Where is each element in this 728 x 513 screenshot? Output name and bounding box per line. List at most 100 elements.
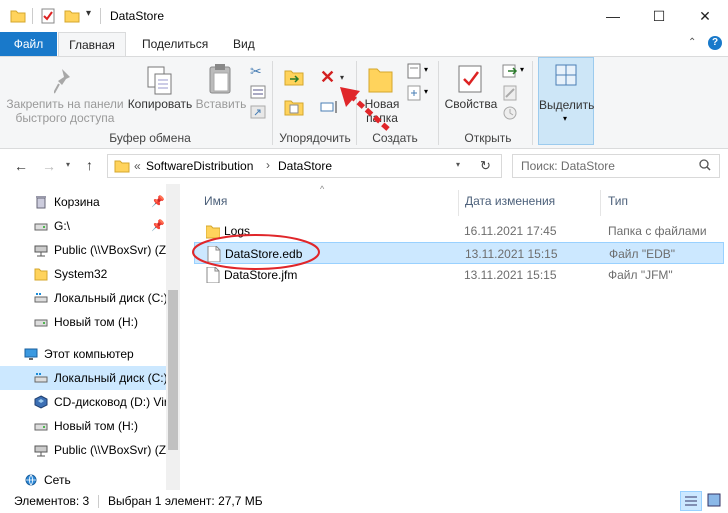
- annotation-ellipse: [192, 234, 320, 270]
- file-date: 13.11.2021 15:15: [464, 268, 557, 282]
- cd-drive-icon: [34, 395, 48, 409]
- file-type: Файл "EDB": [609, 247, 676, 261]
- breadcrumb-separator[interactable]: ›: [266, 158, 270, 172]
- sort-indicator-icon: ^: [320, 184, 325, 194]
- maximize-button[interactable]: ☐: [636, 0, 682, 32]
- tab-file[interactable]: Файл: [0, 32, 57, 56]
- nav-item-cd-drive-d[interactable]: CD-дисковод (D:) Vir: [0, 390, 166, 414]
- file-type: Папка с файлами: [608, 224, 707, 238]
- minimize-button[interactable]: —: [590, 0, 636, 32]
- status-bar: Элементов: 3 Выбран 1 элемент: 27,7 МБ: [0, 490, 728, 513]
- network-drive-icon: [34, 445, 48, 457]
- computer-icon: [24, 348, 38, 360]
- edit-icon[interactable]: [502, 85, 518, 104]
- open-icon[interactable]: [502, 63, 518, 82]
- open-group-label: Открыть: [464, 131, 512, 145]
- customize-qa-icon[interactable]: ▾: [86, 8, 91, 19]
- file-date: 16.11.2021 17:45: [464, 224, 557, 238]
- nav-item-recycle-bin[interactable]: Корзина 📌: [0, 190, 166, 214]
- qa-separator: [100, 8, 101, 24]
- cut-icon[interactable]: ✂: [250, 63, 262, 80]
- select-grid-icon: [555, 64, 577, 89]
- open-dropdown-icon[interactable]: ▾: [520, 65, 524, 74]
- drive-icon: [34, 423, 48, 431]
- tab-view[interactable]: Вид: [221, 32, 267, 56]
- pin-to-quick-access-button[interactable]: Закрепить на панели быстрого доступа: [4, 97, 126, 125]
- clipboard-group-label: Буфер обмена: [109, 131, 191, 145]
- copy-path-icon[interactable]: [250, 85, 266, 102]
- search-input[interactable]: Поиск: DataStore: [521, 159, 615, 173]
- address-overflow[interactable]: «: [134, 159, 141, 173]
- copy-button[interactable]: Копировать: [126, 97, 194, 111]
- nav-item-local-disk-c[interactable]: Локальный диск (C:): [0, 366, 166, 390]
- drive-icon: [34, 319, 48, 327]
- selection-info: Выбран 1 элемент: 27,7 МБ: [108, 494, 263, 508]
- easy-access-dropdown-icon[interactable]: ▾: [424, 87, 428, 96]
- details-view-icon[interactable]: [680, 491, 702, 511]
- file-list: ^ Имя Дата изменения Тип Logs 16.11.2021…: [190, 184, 728, 490]
- easy-access-icon[interactable]: [406, 85, 422, 104]
- folder-icon: [34, 268, 48, 281]
- address-history-icon[interactable]: ▾: [456, 160, 460, 169]
- recent-locations-icon[interactable]: ▾: [66, 160, 70, 169]
- new-item-icon[interactable]: [406, 63, 422, 82]
- back-icon[interactable]: ←: [14, 158, 28, 174]
- column-header-name[interactable]: Имя: [204, 194, 227, 208]
- nav-item-public-z[interactable]: Public (\\VBoxSvr) (Z: [0, 438, 166, 462]
- address-bar[interactable]: « SoftwareDistribution › DataStore ▾ ↻: [107, 154, 502, 178]
- local-disk-icon: [34, 293, 48, 303]
- paste-button[interactable]: Вставить: [194, 97, 248, 111]
- properties-button[interactable]: Свойства: [440, 97, 502, 111]
- nav-item-new-volume-h[interactable]: Новый том (H:): [0, 310, 166, 334]
- delete-icon[interactable]: ✕: [320, 67, 335, 88]
- tab-share[interactable]: Поделиться: [130, 32, 220, 56]
- pinned-icon: 📌: [151, 196, 165, 208]
- nav-item-system32[interactable]: System32: [0, 262, 166, 286]
- copy-to-icon[interactable]: [284, 97, 306, 120]
- nav-item-network[interactable]: Сеть: [0, 468, 166, 492]
- tab-home[interactable]: Главная: [58, 32, 126, 56]
- copy-icon: [146, 65, 174, 100]
- history-icon[interactable]: [502, 105, 518, 124]
- refresh-icon[interactable]: ↻: [480, 158, 491, 174]
- column-divider[interactable]: [600, 190, 601, 216]
- nav-item-this-pc[interactable]: Этот компьютер: [0, 342, 166, 366]
- scrollbar-thumb[interactable]: [168, 290, 178, 450]
- ribbon-home: Закрепить на панели быстрого доступа Коп…: [0, 56, 728, 149]
- nav-item-new-volume-h[interactable]: Новый том (H:): [0, 414, 166, 438]
- column-header-date[interactable]: Дата изменения: [465, 194, 555, 208]
- move-to-icon[interactable]: [284, 67, 306, 90]
- select-button[interactable]: Выделить ▾: [538, 57, 594, 145]
- local-disk-icon: [34, 373, 48, 383]
- column-header-type[interactable]: Тип: [608, 194, 628, 208]
- paste-shortcut-icon[interactable]: [250, 105, 266, 122]
- select-dropdown-icon: ▾: [563, 114, 568, 123]
- paste-icon: [208, 63, 234, 100]
- search-box[interactable]: Поиск: DataStore: [512, 154, 720, 178]
- close-button[interactable]: ✕: [682, 0, 728, 32]
- nav-item-public-z[interactable]: Public (\\VBoxSvr) (Z: [0, 238, 166, 262]
- delete-dropdown-icon[interactable]: ▾: [340, 73, 344, 82]
- large-icons-view-icon[interactable]: [704, 491, 726, 511]
- new-item-dropdown-icon[interactable]: ▾: [424, 65, 428, 74]
- breadcrumb-item[interactable]: SoftwareDistribution: [146, 159, 253, 173]
- forward-icon[interactable]: →: [42, 158, 56, 174]
- nav-item-drive-g[interactable]: G:\ 📌: [0, 214, 166, 238]
- column-divider[interactable]: [458, 190, 459, 216]
- group-separator: [272, 61, 273, 145]
- pinned-icon: 📌: [151, 220, 165, 232]
- drive-icon: [34, 223, 48, 231]
- title-bar: ▾ DataStore — ☐ ✕: [0, 0, 728, 32]
- folder-icon: [10, 8, 26, 27]
- collapse-ribbon-icon[interactable]: ⌃: [688, 37, 696, 48]
- help-icon[interactable]: ?: [708, 36, 722, 50]
- nav-item-local-disk-c[interactable]: Локальный диск (C:): [0, 286, 166, 310]
- pin-icon: [53, 67, 76, 98]
- breadcrumb-item[interactable]: DataStore: [278, 159, 332, 173]
- new-folder-icon[interactable]: [64, 8, 80, 27]
- select-label: Выделить: [539, 98, 595, 112]
- up-icon[interactable]: ↑: [86, 157, 93, 173]
- network-drive-icon: [34, 245, 48, 257]
- properties-icon[interactable]: [40, 8, 56, 27]
- status-separator: [98, 495, 99, 508]
